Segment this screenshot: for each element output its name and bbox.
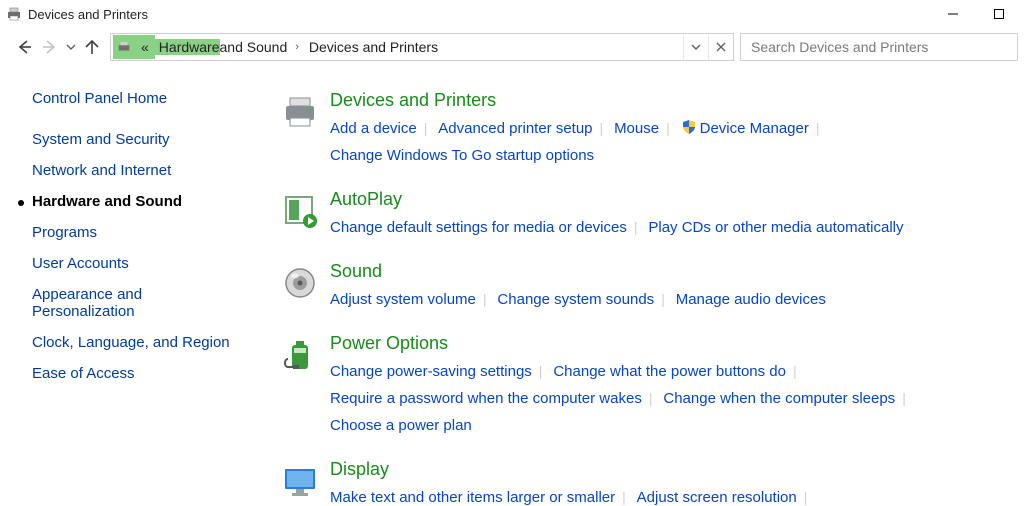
category-title[interactable]: Power Options <box>330 333 1004 354</box>
chevron-right-icon[interactable]: › <box>291 41 303 53</box>
breadcrumb-devices-and-printers[interactable]: Devices and Printers <box>303 35 444 59</box>
power-icon <box>270 333 330 439</box>
link-power-saving[interactable]: Change power-saving settings <box>330 363 532 380</box>
display-icon <box>270 459 330 506</box>
autoplay-icon <box>270 189 330 241</box>
link-add-a-device[interactable]: Add a device <box>330 120 417 137</box>
recent-locations-button[interactable] <box>64 35 78 59</box>
refresh-button[interactable] <box>708 35 733 59</box>
category-title[interactable]: AutoPlay <box>330 189 1004 210</box>
link-screen-resolution[interactable]: Adjust screen resolution <box>637 489 797 506</box>
category-title[interactable]: Devices and Printers <box>330 90 1004 111</box>
main-panel: Devices and Printers Add a device| Advan… <box>270 90 1024 506</box>
breadcrumb-hardware-and-sound[interactable]: Hardware and Sound <box>155 35 291 59</box>
sidebar-item-ease-of-access[interactable]: Ease of Access <box>32 365 270 382</box>
devices-printers-icon <box>270 90 330 169</box>
sidebar: Control Panel Home System and Security N… <box>0 90 270 506</box>
window-title: Devices and Printers <box>28 7 148 22</box>
back-button[interactable] <box>12 35 36 59</box>
minimize-button[interactable] <box>930 0 976 28</box>
control-panel-icon <box>113 35 135 59</box>
breadcrumb-prefix[interactable]: « <box>135 35 155 59</box>
link-manage-audio[interactable]: Manage audio devices <box>676 291 826 308</box>
titlebar: Devices and Printers <box>0 0 1024 28</box>
link-text-size[interactable]: Make text and other items larger or smal… <box>330 489 615 506</box>
content: Control Panel Home System and Security N… <box>0 70 1024 506</box>
link-choose-power-plan[interactable]: Choose a power plan <box>330 417 472 434</box>
forward-button[interactable] <box>38 35 62 59</box>
sidebar-item-system-security[interactable]: System and Security <box>32 131 270 148</box>
shield-icon <box>681 119 697 135</box>
link-windows-to-go[interactable]: Change Windows To Go startup options <box>330 147 594 164</box>
search-input[interactable] <box>749 38 1017 56</box>
navbar: « Hardware and Sound › Devices and Print… <box>0 28 1024 70</box>
category-display: Display Make text and other items larger… <box>270 459 1004 506</box>
link-mouse[interactable]: Mouse <box>614 120 659 137</box>
link-change-sounds[interactable]: Change system sounds <box>497 291 654 308</box>
link-advanced-printer-setup[interactable]: Advanced printer setup <box>438 120 592 137</box>
sound-icon <box>270 261 330 313</box>
link-adjust-volume[interactable]: Adjust system volume <box>330 291 476 308</box>
control-panel-home-link[interactable]: Control Panel Home <box>32 90 270 107</box>
sidebar-item-network-internet[interactable]: Network and Internet <box>32 162 270 179</box>
category-autoplay: AutoPlay Change default settings for med… <box>270 189 1004 241</box>
link-computer-sleeps[interactable]: Change when the computer sleeps <box>663 390 895 407</box>
printer-icon <box>6 6 22 22</box>
category-devices-and-printers: Devices and Printers Add a device| Advan… <box>270 90 1004 169</box>
up-button[interactable] <box>80 35 104 59</box>
sidebar-item-appearance[interactable]: Appearance and Personalization <box>32 286 202 320</box>
sidebar-item-hardware-sound[interactable]: Hardware and Sound <box>32 193 270 210</box>
sidebar-item-clock-language[interactable]: Clock, Language, and Region <box>32 334 270 351</box>
breadcrumb-dropdown-button[interactable] <box>683 35 708 59</box>
category-power-options: Power Options Change power-saving settin… <box>270 333 1004 439</box>
search-box[interactable] <box>740 33 1018 61</box>
sidebar-item-programs[interactable]: Programs <box>32 224 270 241</box>
link-play-cds-auto[interactable]: Play CDs or other media automatically <box>648 219 903 236</box>
link-power-buttons[interactable]: Change what the power buttons do <box>553 363 786 380</box>
sidebar-item-user-accounts[interactable]: User Accounts <box>32 255 270 272</box>
maximize-button[interactable] <box>976 0 1022 28</box>
category-title[interactable]: Display <box>330 459 1004 480</box>
category-sound: Sound Adjust system volume| Change syste… <box>270 261 1004 313</box>
link-device-manager[interactable]: Device Manager <box>700 120 809 137</box>
category-title[interactable]: Sound <box>330 261 1004 282</box>
link-change-default-media[interactable]: Change default settings for media or dev… <box>330 219 627 236</box>
breadcrumb[interactable]: « Hardware and Sound › Devices and Print… <box>110 33 734 61</box>
link-require-password-wake[interactable]: Require a password when the computer wak… <box>330 390 642 407</box>
